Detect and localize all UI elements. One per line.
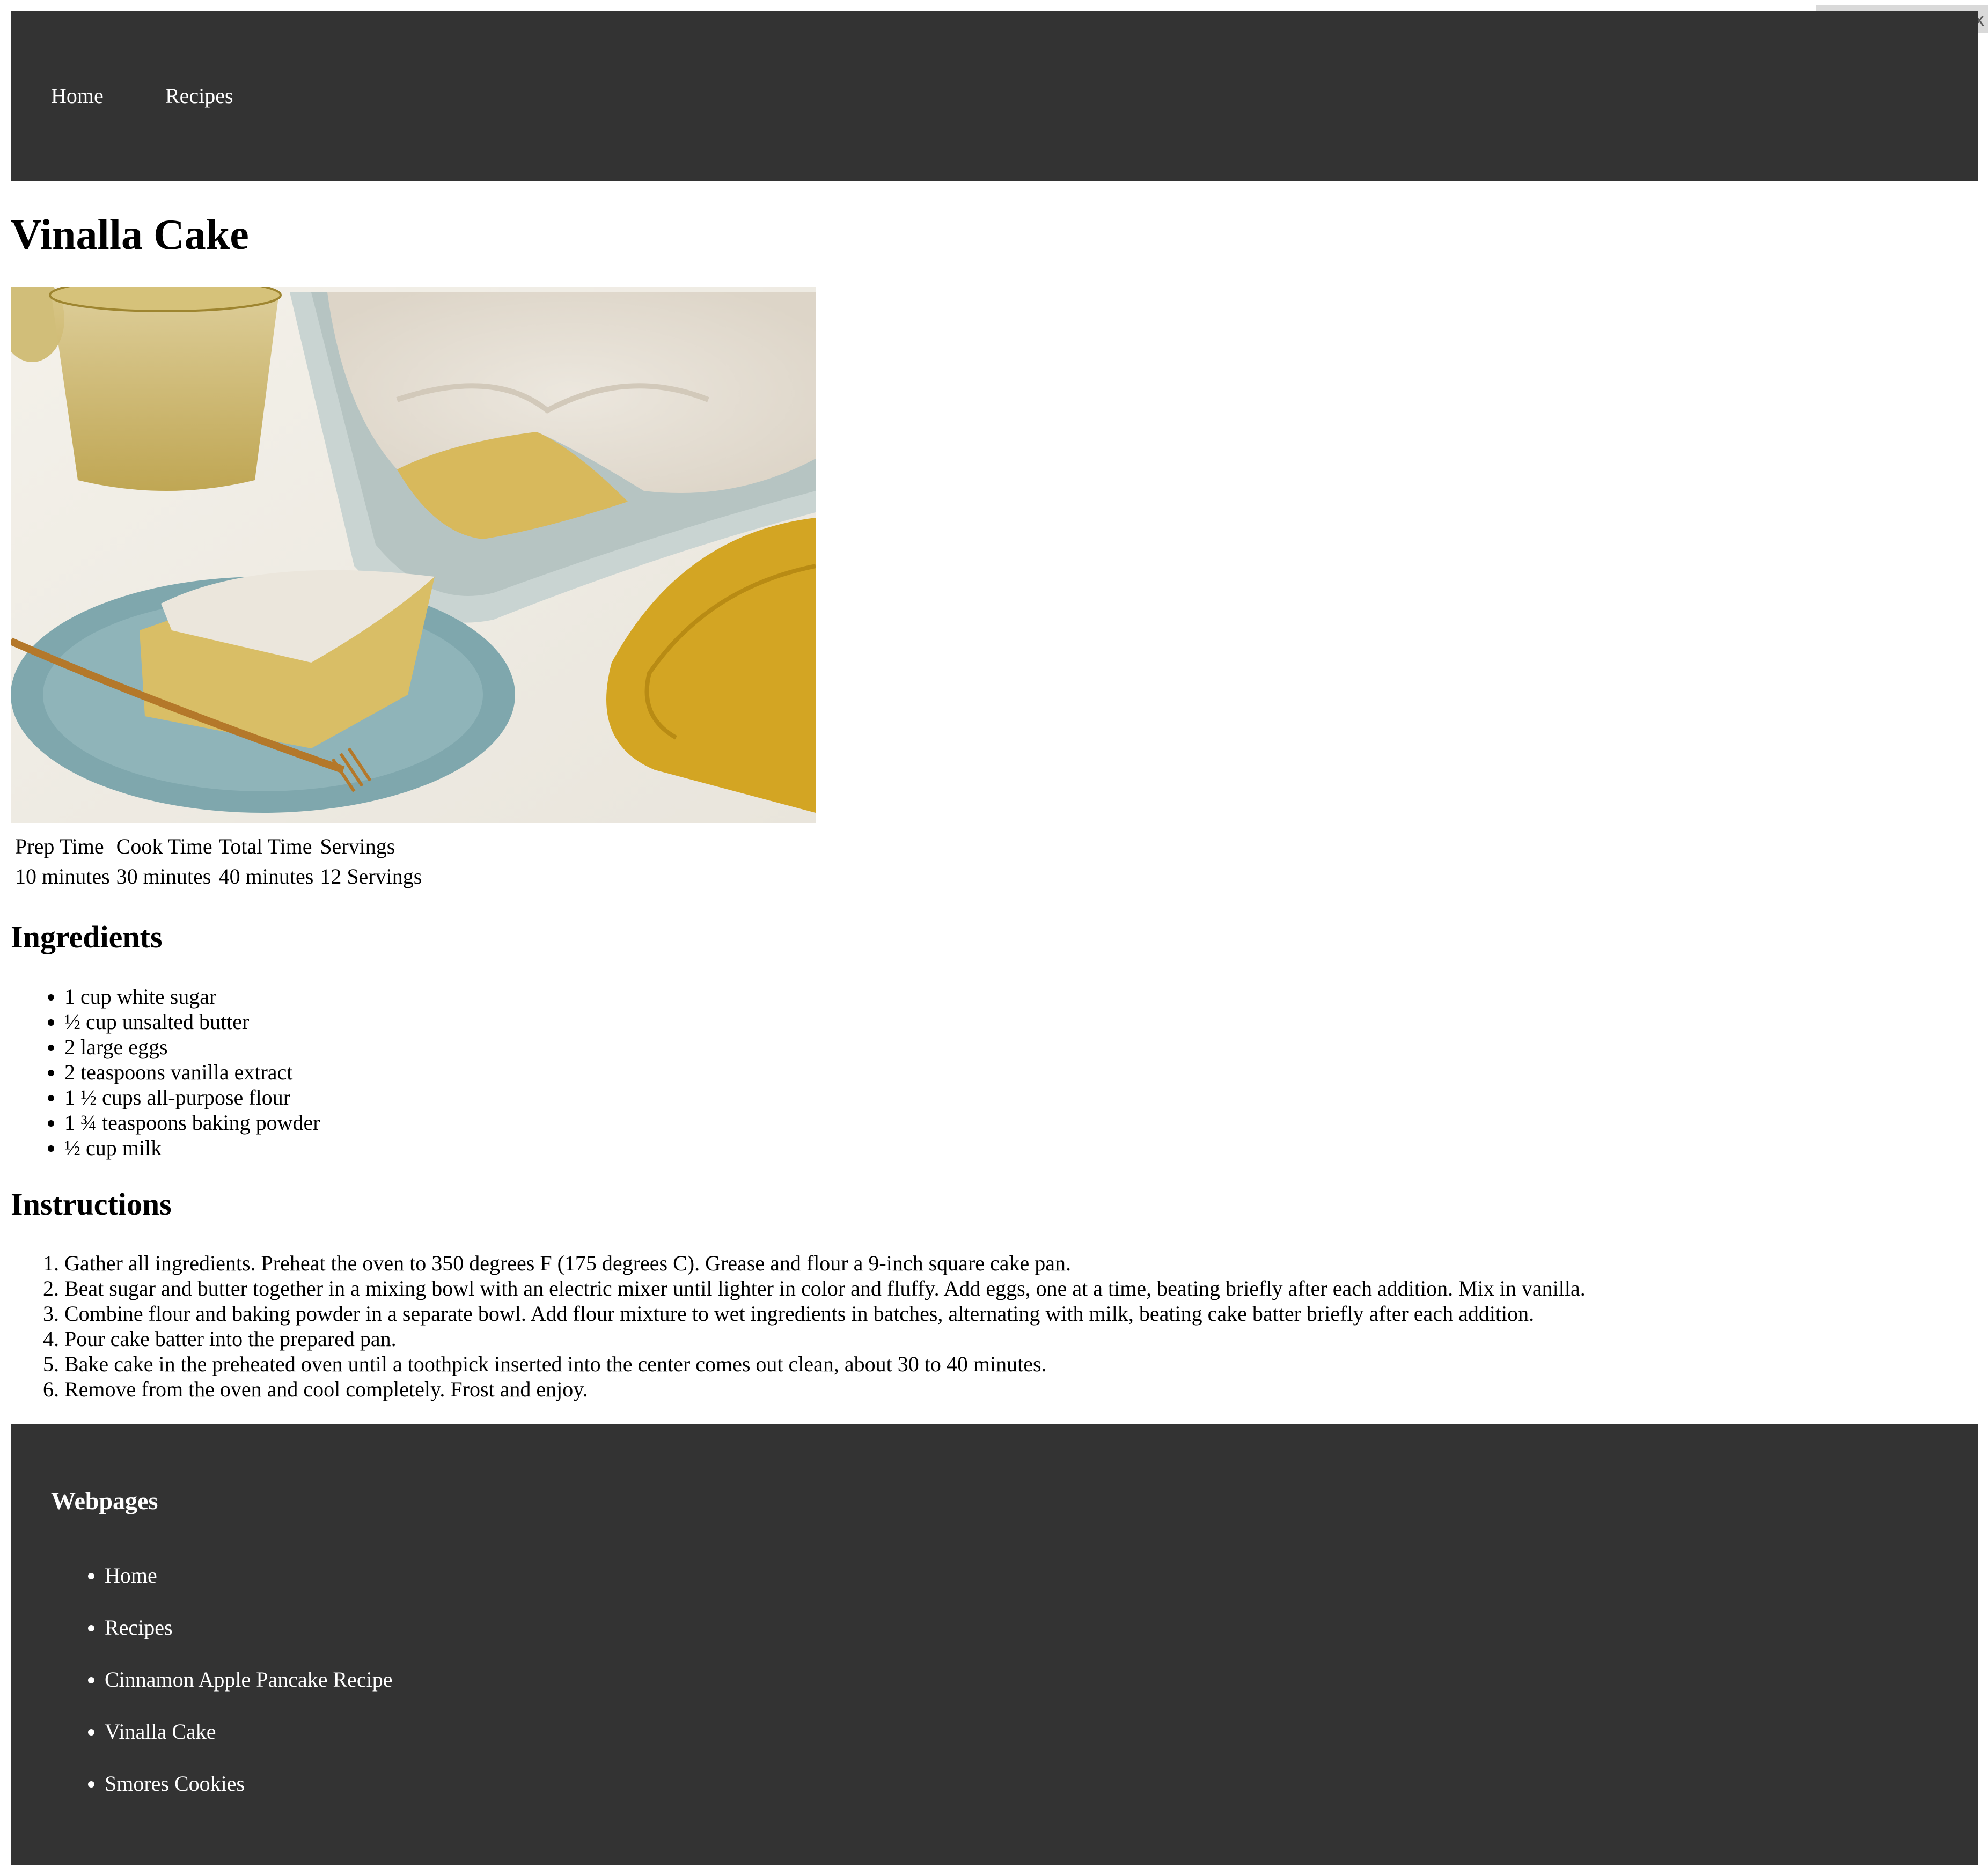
- list-item: ½ cup unsalted butter: [64, 1009, 320, 1034]
- footer-heading: Webpages: [51, 1487, 158, 1514]
- recipe-times-table: Prep Time Cook Time Total Time Servings …: [11, 830, 426, 893]
- footer-link-cinnamon-apple-pancake[interactable]: Cinnamon Apple Pancake Recipe: [105, 1667, 393, 1692]
- times-value-row: 10 minutes 30 minutes 40 minutes 12 Serv…: [13, 863, 424, 891]
- footer-list-item: Vinalla Cake: [105, 1719, 393, 1771]
- instructions-heading: Instructions: [11, 1187, 172, 1222]
- instruction-step: Gather all ingredients. Preheat the oven…: [64, 1251, 1586, 1276]
- footer-list-item: Home: [105, 1563, 393, 1615]
- servings-value: 12 Servings: [320, 864, 422, 888]
- cake-photo: [11, 287, 816, 823]
- nav-link-home[interactable]: Home: [51, 11, 104, 181]
- list-item: 2 teaspoons vanilla extract: [64, 1060, 320, 1085]
- list-item: 1 ¾ teaspoons baking powder: [64, 1110, 320, 1135]
- footer-link-vinalla-cake[interactable]: Vinalla Cake: [105, 1719, 216, 1744]
- instruction-step: Combine flour and baking powder in a sep…: [64, 1301, 1586, 1326]
- footer-link-home[interactable]: Home: [105, 1563, 157, 1587]
- servings-header: Servings: [320, 834, 395, 858]
- instruction-step: Pour cake batter into the prepared pan.: [64, 1326, 1586, 1351]
- total-time-value: 40 minutes: [218, 864, 314, 888]
- times-header-row: Prep Time Cook Time Total Time Servings: [13, 833, 424, 861]
- list-item: 2 large eggs: [64, 1034, 320, 1060]
- cook-time-header: Cook Time: [116, 834, 212, 858]
- page-title: Vinalla Cake: [11, 211, 249, 259]
- prep-time-header: Prep Time: [15, 834, 104, 858]
- instruction-step: Beat sugar and butter together in a mixi…: [64, 1276, 1586, 1301]
- nav-link-recipes[interactable]: Recipes: [165, 11, 233, 181]
- footer-list-item: Smores Cookies: [105, 1771, 393, 1823]
- ingredients-heading: Ingredients: [11, 920, 163, 954]
- instruction-step: Remove from the oven and cool completely…: [64, 1377, 1586, 1402]
- footer-links-list: Home Recipes Cinnamon Apple Pancake Reci…: [51, 1563, 393, 1823]
- cook-time-value: 30 minutes: [116, 864, 211, 888]
- footer: Webpages Home Recipes Cinnamon Apple Pan…: [11, 1424, 1978, 1865]
- list-item: 1 ½ cups all-purpose flour: [64, 1085, 320, 1110]
- list-item: 1 cup white sugar: [64, 984, 320, 1009]
- footer-link-smores-cookies[interactable]: Smores Cookies: [105, 1771, 245, 1796]
- footer-link-recipes[interactable]: Recipes: [105, 1615, 173, 1639]
- top-navigation: Home Recipes: [11, 11, 1978, 181]
- ingredients-list: 1 cup white sugar ½ cup unsalted butter …: [11, 984, 320, 1160]
- prep-time-value: 10 minutes: [15, 864, 110, 888]
- footer-list-item: Recipes: [105, 1615, 393, 1667]
- instruction-step: Bake cake in the preheated oven until a …: [64, 1351, 1586, 1377]
- total-time-header: Total Time: [218, 834, 312, 858]
- footer-list-item: Cinnamon Apple Pancake Recipe: [105, 1667, 393, 1719]
- list-item: ½ cup milk: [64, 1135, 320, 1160]
- instructions-list: Gather all ingredients. Preheat the oven…: [11, 1251, 1586, 1402]
